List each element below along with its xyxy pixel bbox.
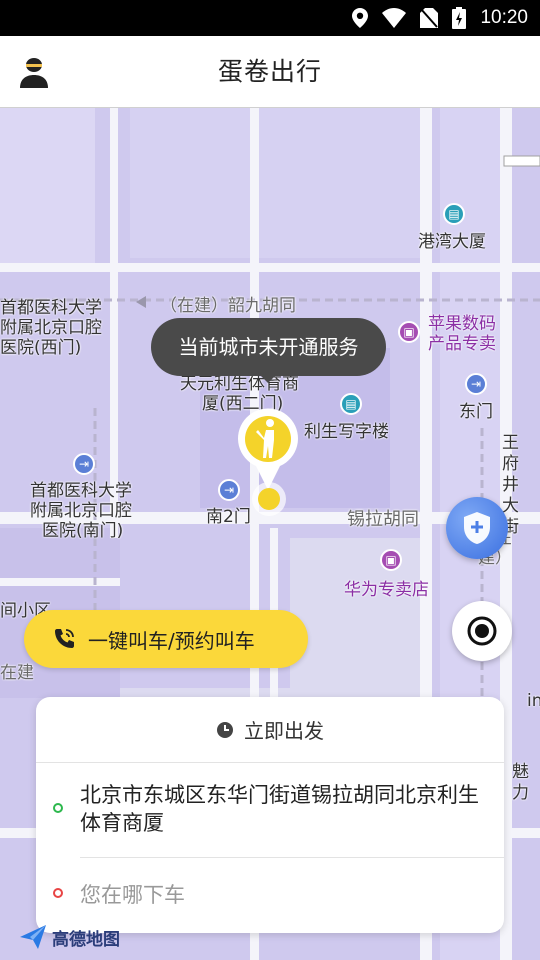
map-label-school1-l2: 附属北京口腔 (0, 318, 102, 338)
map-label-mo: 魅力 (512, 762, 529, 803)
current-location-dot (252, 482, 286, 516)
building-poi-icon[interactable]: ▤ (443, 203, 465, 225)
call-car-label: 一键叫车/预约叫车 (88, 628, 255, 653)
status-time: 10:20 (480, 7, 528, 28)
trip-card: 立即出发 北京市东城区东华门街道锡拉胡同北京利生体育商厦 (36, 697, 504, 933)
map-label-school2-l2: 附属北京口腔 (30, 501, 132, 521)
locate-me-button[interactable] (452, 601, 512, 661)
amap-logo-icon (20, 925, 46, 949)
map-label-school1-l3: 医院(西门) (0, 338, 82, 358)
status-bar: 10:20 (0, 0, 540, 36)
origin-dot-icon (53, 803, 63, 813)
destination-dot-icon (53, 888, 63, 898)
huawei-poi-icon[interactable]: ▣ (380, 549, 402, 571)
page-title: 蛋卷出行 (217, 57, 322, 86)
map-label-nan2men: 南2门 (206, 507, 251, 527)
depart-label: 立即出发 (244, 719, 324, 743)
clock-icon (217, 721, 233, 738)
map-label-zaijian-left: 在建 (0, 663, 34, 683)
depart-time-selector[interactable]: 立即出发 (36, 697, 504, 763)
status-icons: 10:20 (352, 0, 528, 36)
map-label-gangwan: 港湾大厦 (418, 232, 486, 252)
map-label-school2-l1: 首都医科大学 (30, 481, 132, 501)
origin-address: 北京市东城区东华门街道锡拉胡同北京利生体育商厦 (80, 783, 479, 835)
origin-row[interactable]: 北京市东城区东华门街道锡拉胡同北京利生体育商厦 (36, 763, 504, 857)
no-sim-icon (420, 8, 439, 28)
office-poi-icon[interactable]: ▤ (340, 393, 362, 415)
map-logo: 高德地图 (18, 922, 120, 952)
map-label-school1-l1: 首都医科大学 (0, 298, 102, 318)
map-label-apple-l1: 苹果数码 (428, 314, 496, 334)
tooltip-arrow (259, 374, 277, 383)
map-label-school2-l3: 医院(南门) (42, 521, 124, 541)
map-logo-text: 高德地图 (52, 929, 120, 950)
destination-input[interactable] (80, 878, 480, 912)
app-header: 蛋卷出行 (0, 36, 540, 108)
map-label-lisheng: 利生写字楼 (304, 422, 389, 442)
locate-icon (467, 616, 497, 646)
map-label-huawei: 华为专卖店 (344, 580, 429, 600)
pickup-pin-icon[interactable] (236, 408, 300, 492)
service-unavailable-tooltip: 当前城市未开通服务 (151, 318, 386, 376)
destination-row[interactable] (36, 858, 504, 930)
gate-poi-icon-school2[interactable]: ⇥ (73, 453, 95, 475)
map-label-apple-l2: 产品专卖 (428, 334, 496, 354)
map-label-dongmen: 东门 (459, 402, 493, 422)
wifi-icon (382, 8, 407, 28)
map-label-jiujiu: （在建）韶九胡同 (160, 296, 296, 316)
shop-poi-icon[interactable]: ▣ (398, 321, 420, 343)
map-label-in: in (527, 691, 540, 711)
map-label-xila: 锡拉胡同 (347, 509, 419, 530)
location-icon (352, 8, 369, 28)
phone-icon (55, 629, 74, 648)
safety-shield-button[interactable] (446, 497, 508, 559)
call-car-button[interactable]: 一键叫车/预约叫车 (24, 610, 308, 668)
battery-icon (452, 7, 467, 29)
gate-poi-icon-east[interactable]: ⇥ (465, 373, 487, 395)
shield-icon (464, 512, 490, 544)
map-label-tianyuan-l1: 天元利生体育商 (180, 374, 299, 394)
